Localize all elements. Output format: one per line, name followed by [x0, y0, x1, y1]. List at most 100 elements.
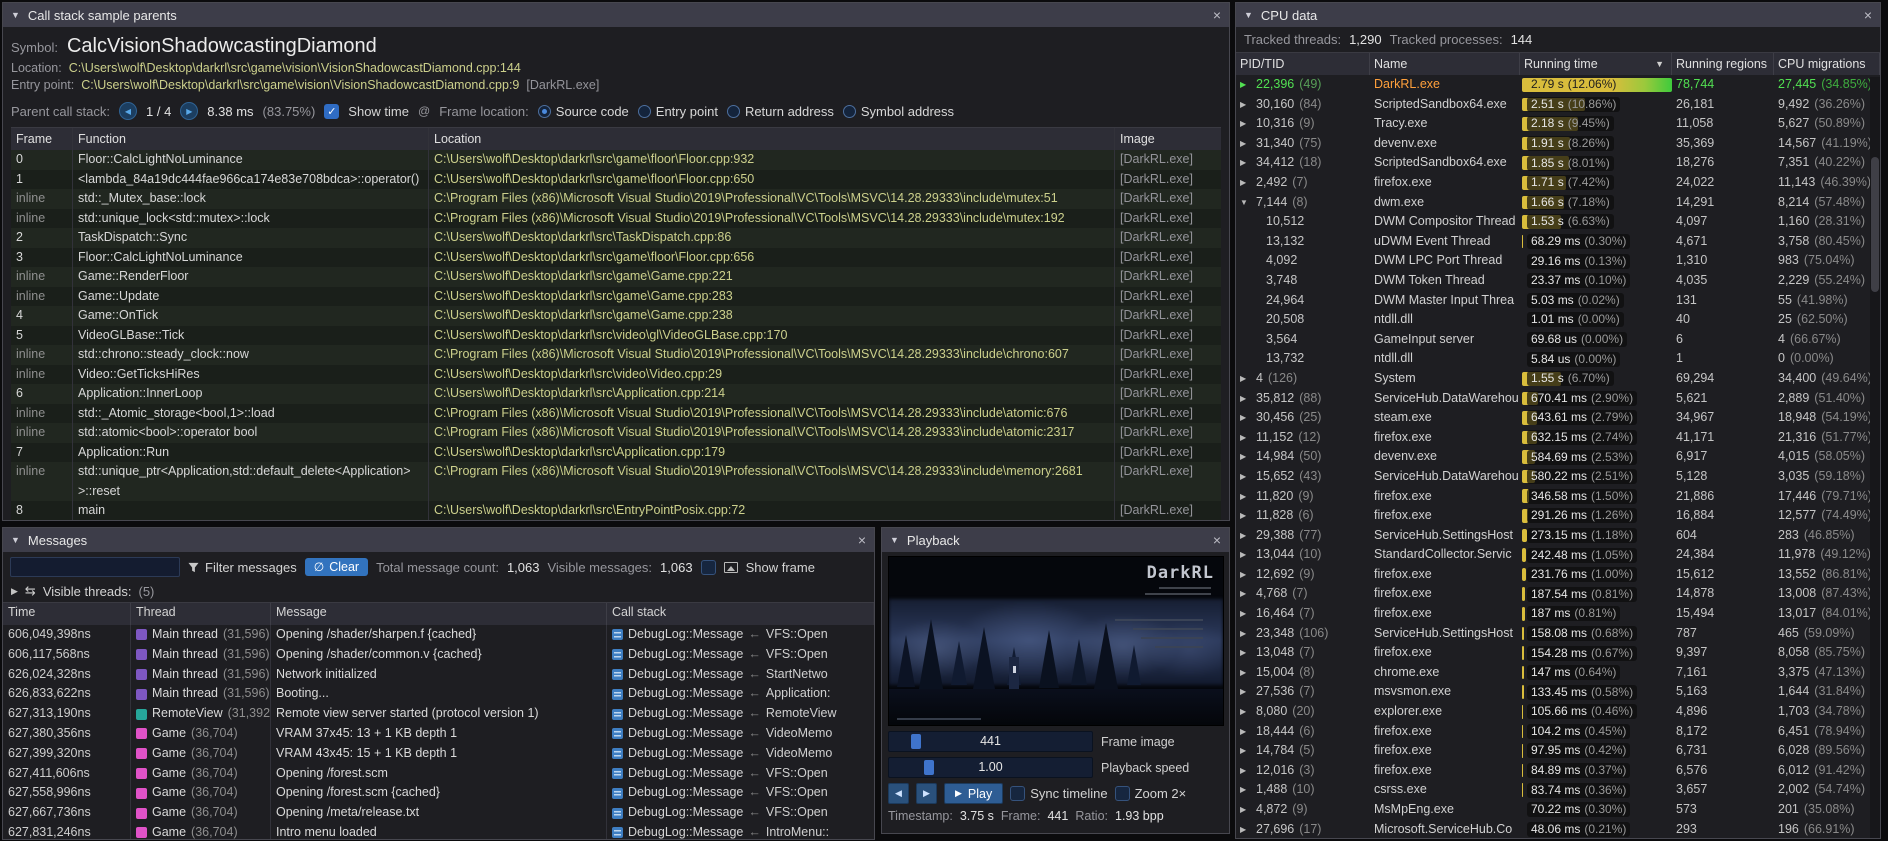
message-callstack[interactable]: DebugLog::Message←Application: [607, 684, 874, 704]
message-row[interactable]: 627,667,736nsGame(36,704)Opening /meta/r… [3, 803, 874, 823]
cpu-row[interactable]: ▶12,016(3)firefox.exe84.89 ms(0.37%)6,57… [1236, 761, 1880, 781]
cpu-row[interactable]: 3,564GameInput server69.68 us(0.00%)64(6… [1236, 330, 1880, 350]
cpu-row[interactable]: ▶15,004(8)chrome.exe147 ms(0.64%)7,1613,… [1236, 663, 1880, 683]
message-row[interactable]: 606,117,568nsMain thread(31,596)Opening … [3, 645, 874, 665]
close-icon[interactable]: × [1213, 533, 1221, 547]
column-header-pid-tid[interactable]: PID/TID [1236, 53, 1370, 75]
tree-caret-closed-icon[interactable]: ▶ [1240, 95, 1251, 115]
callstack-frame-row[interactable]: inlinestd::unique_lock<std::mutex>::lock… [11, 209, 1221, 229]
cpu-row[interactable]: ▶29,388(77)ServiceHub.SettingsHost273.15… [1236, 526, 1880, 546]
cpu-row[interactable]: 13,732ntdll.dll5.84 us(0.00%)10(0.00%) [1236, 349, 1880, 369]
message-row[interactable]: 627,411,606nsGame(36,704)Opening /forest… [3, 764, 874, 784]
callstack-frame-row[interactable]: inlinestd::unique_ptr<Application,std::d… [11, 462, 1221, 501]
sync-timeline-checkbox[interactable] [1010, 786, 1025, 801]
tree-caret-closed-icon[interactable]: ▶ [1240, 761, 1251, 781]
cpu-row[interactable]: ▶35,812(88)ServiceHub.DataWarehou670.41 … [1236, 389, 1880, 409]
cpu-row[interactable]: ▶31,340(75)devenv.exe1.91 s(8.26%)35,369… [1236, 134, 1880, 154]
cpu-row[interactable]: ▶14,984(50)devenv.exe584.69 ms(2.53%)6,9… [1236, 447, 1880, 467]
show-time-checkbox[interactable]: ✓ [324, 104, 339, 119]
callstack-frame-row[interactable]: inlinestd::_Mutex_base::lockC:\Program F… [11, 189, 1221, 209]
tree-caret-closed-icon[interactable]: ▶ [1240, 820, 1251, 838]
tree-caret-closed-icon[interactable]: ▶ [1240, 800, 1251, 820]
tree-caret-closed-icon[interactable]: ▶ [1240, 741, 1251, 761]
callstack-frame-row[interactable]: inlineVideo::GetTicksHiResC:\Users\wolf\… [11, 365, 1221, 385]
cpu-scrollbar-thumb[interactable] [1871, 157, 1879, 292]
cpu-row[interactable]: ▶22,396(49)DarkRL.exe2.79 s(12.06%)78,74… [1236, 75, 1880, 95]
step-back-button[interactable]: ◀ [888, 783, 909, 804]
message-callstack[interactable]: DebugLog::Message←VideoMemo [607, 744, 874, 764]
callstack-frame-row[interactable]: 6Application::InnerLoopC:\Users\wolf\Des… [11, 384, 1221, 404]
message-row[interactable]: 627,558,996nsGame(36,704)Opening /forest… [3, 783, 874, 803]
tree-caret-closed-icon[interactable]: ▶ [1240, 369, 1251, 389]
tree-caret-closed-icon[interactable]: ▶ [1240, 526, 1251, 546]
step-forward-button[interactable]: ▶ [916, 783, 937, 804]
cpu-row[interactable]: ▶2,492(7)firefox.exe1.71 s(7.42%)24,0221… [1236, 173, 1880, 193]
cpu-row[interactable]: 24,964DWM Master Input Threa5.03 ms(0.02… [1236, 291, 1880, 311]
collapse-arrow-icon[interactable]: ▼ [11, 535, 20, 545]
callstack-frame-row[interactable]: 4Game::OnTickC:\Users\wolf\Desktop\darkr… [11, 306, 1221, 326]
tree-caret-closed-icon[interactable]: ▶ [1240, 408, 1251, 428]
cpu-row[interactable]: ▶30,456(25)steam.exe643.61 ms(2.79%)34,9… [1236, 408, 1880, 428]
cpu-row[interactable]: ▶12,692(9)firefox.exe231.76 ms(1.00%)15,… [1236, 565, 1880, 585]
tree-caret-closed-icon[interactable]: ▶ [1240, 584, 1251, 604]
message-filter-input[interactable] [10, 557, 180, 577]
callstack-frame-row[interactable]: 5VideoGLBase::TickC:\Users\wolf\Desktop\… [11, 326, 1221, 346]
cpu-row[interactable]: ▶23,348(106)ServiceHub.SettingsHost158.0… [1236, 624, 1880, 644]
prev-parent-button[interactable]: ◀ [119, 102, 137, 120]
cpu-row[interactable]: ▶30,160(84)ScriptedSandbox64.exe2.51 s(1… [1236, 95, 1880, 115]
tree-caret-closed-icon[interactable]: ▶ [1240, 134, 1251, 154]
tree-caret-closed-icon[interactable]: ▶ [1240, 75, 1251, 95]
cpu-row[interactable]: ▶4,872(9)MsMpEng.exe70.22 ms(0.30%)57320… [1236, 800, 1880, 820]
cpu-row[interactable]: ▶11,828(6)firefox.exe291.26 ms(1.26%)16,… [1236, 506, 1880, 526]
cpu-scrollbar-track[interactable] [1870, 77, 1880, 838]
show-frame-checkbox[interactable] [701, 560, 716, 575]
frame-image-slider[interactable]: 441 [888, 731, 1093, 752]
callstack-frame-row[interactable]: 2TaskDispatch::SyncC:\Users\wolf\Desktop… [11, 228, 1221, 248]
radio-source-code[interactable]: Source code [538, 104, 629, 119]
tree-caret-closed-icon[interactable]: ▶ [1240, 545, 1251, 565]
cpu-row[interactable]: ▼7,144(8)dwm.exe1.66 s(7.18%)14,2918,214… [1236, 193, 1880, 213]
callstack-frame-row[interactable]: 3Floor::CalcLightNoLuminanceC:\Users\wol… [11, 248, 1221, 268]
cpu-row[interactable]: ▶13,048(7)firefox.exe154.28 ms(0.67%)9,3… [1236, 643, 1880, 663]
tree-caret-closed-icon[interactable]: ▶ [1240, 467, 1251, 487]
message-row[interactable]: 626,833,622nsMain thread(31,596)Booting.… [3, 684, 874, 704]
tree-caret-closed-icon[interactable]: ▶ [1240, 173, 1251, 193]
close-icon[interactable]: × [858, 533, 866, 547]
message-callstack[interactable]: DebugLog::Message←VideoMemo [607, 724, 874, 744]
message-row[interactable]: 627,380,356nsGame(36,704)VRAM 37x45: 13 … [3, 724, 874, 744]
cpu-row[interactable]: ▶34,412(18)ScriptedSandbox64.exe1.85 s(8… [1236, 153, 1880, 173]
tree-caret-closed-icon[interactable]: ▶ [1240, 643, 1251, 663]
message-row[interactable]: 626,024,328nsMain thread(31,596)Network … [3, 665, 874, 685]
filter-messages-control[interactable]: Filter messages [188, 560, 297, 575]
cpu-row[interactable]: ▶13,044(10)StandardCollector.Servic242.4… [1236, 545, 1880, 565]
zoom-2x-checkbox[interactable] [1115, 786, 1130, 801]
play-button[interactable]: ▶ Play [944, 783, 1003, 804]
callstack-frame-row[interactable]: inlinestd::atomic<bool>::operator boolC:… [11, 423, 1221, 443]
cpu-row[interactable]: 20,508ntdll.dll1.01 ms(0.00%)4025(62.50%… [1236, 310, 1880, 330]
close-icon[interactable]: × [1213, 8, 1221, 22]
tree-caret-closed-icon[interactable]: ▶ [1240, 389, 1251, 409]
cpu-row[interactable]: ▶1,488(10)csrss.exe83.74 ms(0.36%)3,6572… [1236, 780, 1880, 800]
callstack-frame-row[interactable]: 1<lambda_84a19dc444fae966ca174e83e708bdc… [11, 170, 1221, 190]
tree-caret-closed-icon[interactable]: ▶ [1240, 682, 1251, 702]
radio-symbol-address[interactable]: Symbol address [843, 104, 954, 119]
collapse-arrow-icon[interactable]: ▼ [1244, 10, 1253, 20]
radio-return-address[interactable]: Return address [727, 104, 834, 119]
cpu-row[interactable]: 3,748DWM Token Thread23.37 ms(0.10%)4,03… [1236, 271, 1880, 291]
cpu-row[interactable]: ▶11,820(9)firefox.exe346.58 ms(1.50%)21,… [1236, 486, 1880, 506]
next-parent-button[interactable]: ▶ [180, 102, 198, 120]
message-callstack[interactable]: DebugLog::Message←VFS::Open [607, 764, 874, 784]
tree-caret-closed-icon[interactable]: ▶ [1240, 604, 1251, 624]
callstack-frame-row[interactable]: inlineGame::UpdateC:\Users\wolf\Desktop\… [11, 287, 1221, 307]
cpu-row[interactable]: ▶8,080(20)explorer.exe105.66 ms(0.46%)4,… [1236, 702, 1880, 722]
column-header-running-time[interactable]: Running time ▼ [1520, 53, 1672, 75]
callstack-frame-row[interactable]: 7Application::RunC:\Users\wolf\Desktop\d… [11, 443, 1221, 463]
tree-caret-closed-icon[interactable]: ▶ [1240, 114, 1251, 134]
tree-caret-closed-icon[interactable]: ▶ [1240, 702, 1251, 722]
callstack-frame-row[interactable]: 0Floor::CalcLightNoLuminanceC:\Users\wol… [11, 150, 1221, 170]
radio-entry-point[interactable]: Entry point [638, 104, 718, 119]
tree-caret-closed-icon[interactable]: ▶ [1240, 487, 1251, 507]
cpu-row[interactable]: ▶4(126)System1.55 s(6.70%)69,29434,400(4… [1236, 369, 1880, 389]
cpu-row[interactable]: ▶11,152(12)firefox.exe632.15 ms(2.74%)41… [1236, 428, 1880, 448]
cpu-row[interactable]: ▶27,536(7)msvsmon.exe133.45 ms(0.58%)5,1… [1236, 682, 1880, 702]
